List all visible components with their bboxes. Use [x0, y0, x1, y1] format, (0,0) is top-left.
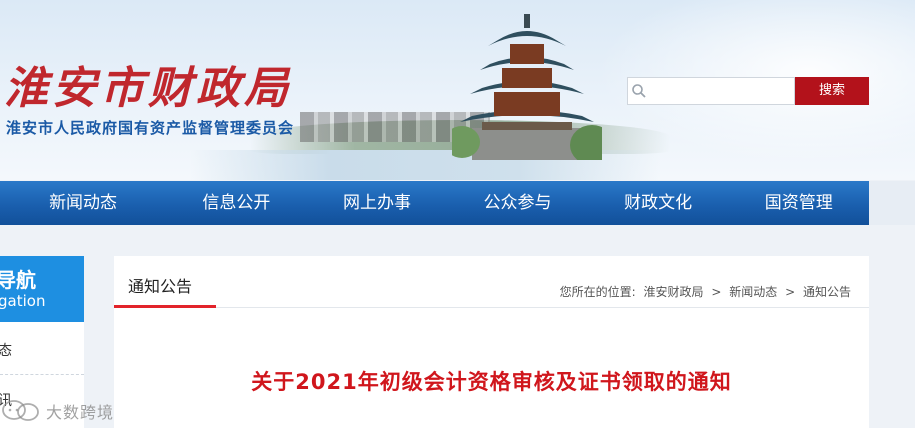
search-input[interactable] [650, 78, 794, 104]
search-icon [632, 84, 646, 98]
site-subtitle: 淮安市人民政府国有资产监督管理委员会 [6, 119, 295, 137]
breadcrumb-link-home[interactable]: 淮安财政局 [644, 285, 704, 299]
sidebar-title: 导航 [0, 268, 36, 292]
section-title: 通知公告 [128, 277, 193, 296]
nav-item-finance-culture[interactable]: 财政文化 [588, 181, 729, 225]
chat-bubble-icon [2, 400, 39, 421]
sidebar-divider [0, 374, 84, 375]
sidebar-item-news[interactable]: 态 [0, 340, 12, 360]
nav-item-news[interactable]: 新闻动态 [0, 181, 166, 225]
search-button[interactable]: 搜索 [795, 77, 869, 105]
watermark-text: 大数跨境 [46, 403, 115, 422]
search-box [627, 77, 795, 105]
sidebar-header: 导航 gation [0, 256, 84, 322]
breadcrumb: 您所在的位置: 淮安财政局 > 新闻动态 > 通知公告 [558, 283, 853, 300]
main-nav: 新闻动态 信息公开 网上办事 公众参与 财政文化 国资管理 [0, 181, 869, 225]
pavilion-image [452, 14, 602, 160]
breadcrumb-prefix: 您所在的位置: [559, 285, 636, 299]
breadcrumb-separator: > [785, 285, 796, 299]
nav-edge [869, 181, 915, 225]
site-logo[interactable]: 淮安市财政局 [4, 52, 292, 116]
breadcrumb-link-news[interactable]: 新闻动态 [729, 285, 777, 299]
nav-item-state-assets[interactable]: 国资管理 [728, 181, 869, 225]
breadcrumb-link-notices[interactable]: 通知公告 [803, 285, 851, 299]
nav-item-public-participation[interactable]: 公众参与 [447, 181, 588, 225]
nav-item-info-disclosure[interactable]: 信息公开 [166, 181, 307, 225]
nav-item-online-services[interactable]: 网上办事 [307, 181, 448, 225]
watermark: 大数跨境 [0, 397, 114, 425]
article-title: 关于2021年初级会计资格审核及证书领取的通知 [251, 370, 732, 394]
sidebar-subtitle: gation [0, 292, 46, 310]
section-rule [114, 307, 869, 308]
main-panel: 通知公告 您所在的位置: 淮安财政局 > 新闻动态 > 通知公告 关于2021年… [114, 256, 869, 428]
section-underline [114, 305, 216, 308]
breadcrumb-separator: > [711, 285, 722, 299]
